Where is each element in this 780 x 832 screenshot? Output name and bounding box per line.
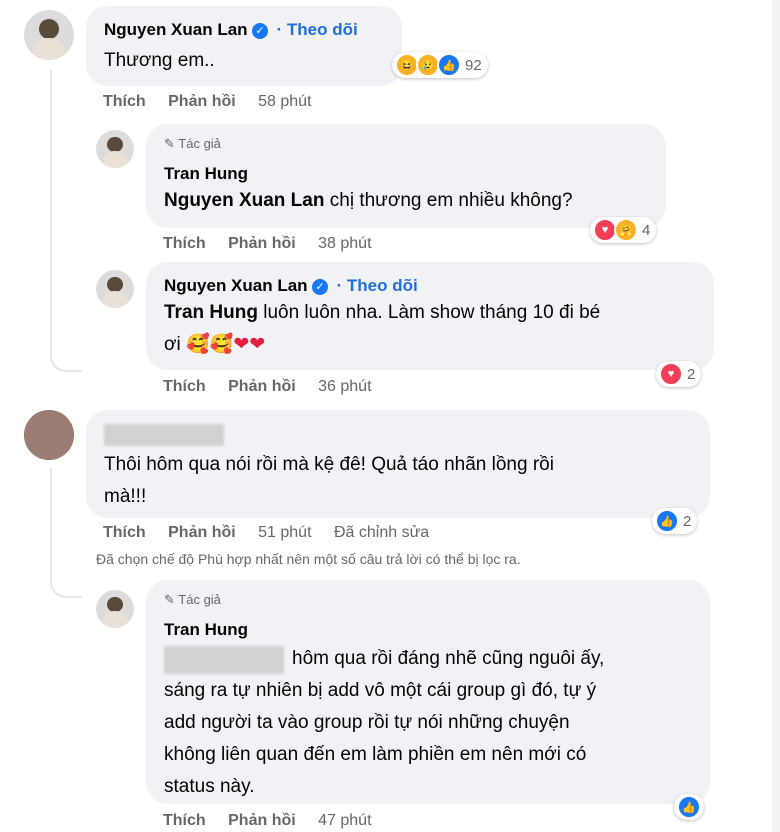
comment-text: Thôi hôm qua nói rồi mà kệ đê! Quả táo n… (104, 454, 554, 475)
commenter-name[interactable]: Nguyen Xuan Lan (104, 20, 248, 39)
reaction-summary[interactable]: ♥ 🤗 4 (590, 217, 657, 243)
smiling-hearts-icon: 🥰 (209, 334, 234, 355)
like-button[interactable]: Thích (163, 235, 206, 252)
author-badge: ✎ Tác giả (164, 136, 221, 151)
author-badge: ✎ Tác giả (164, 592, 221, 607)
comment-text-line: hôm qua rồi đáng nhẽ cũng nguôi ấy, (292, 648, 605, 669)
red-heart-icon: ❤ (249, 334, 266, 355)
reply-thread-line (50, 70, 82, 372)
comment-text-line: sáng ra tự nhiên bị add vô một cái group… (164, 680, 597, 701)
verified-badge-icon: ✓ (312, 279, 329, 295)
comment-text-line: không liên quan đến em làm phiền em nên … (164, 744, 587, 765)
reaction-summary[interactable]: 👍 (674, 794, 704, 820)
redacted-mention (164, 646, 284, 674)
avatar[interactable] (96, 270, 134, 308)
comment-time[interactable]: 58 phút (258, 93, 311, 110)
like-icon: 👍 (677, 795, 701, 819)
reply-button[interactable]: Phản hồi (168, 93, 236, 110)
love-icon: ♥ (659, 362, 683, 386)
comment-text: Thương em.. (104, 50, 215, 71)
like-button[interactable]: Thích (163, 812, 206, 829)
comment-text: Tran Hung luôn luôn nha. Làm show tháng … (164, 302, 601, 323)
reply-button[interactable]: Phản hồi (168, 524, 236, 541)
commenter-name[interactable]: Nguyen Xuan Lan (164, 276, 308, 295)
like-icon: 👍 (655, 509, 679, 533)
comment-text-line: mà!!! (104, 486, 147, 507)
reaction-summary[interactable]: 👍 2 (652, 508, 698, 534)
comment-actions: Thích Phản hồi 58 phút (103, 93, 330, 111)
comment-time[interactable]: 38 phút (318, 235, 371, 252)
edited-label: Đã chỉnh sửa (333, 524, 430, 541)
comment-actions: Thích Phản hồi 36 phút (163, 378, 390, 396)
reaction-summary[interactable]: ♥ 2 (656, 361, 702, 387)
reaction-count: 2 (683, 512, 692, 530)
comment-actions: Thích Phản hồi 47 phút (163, 812, 390, 830)
follow-link[interactable]: · Theo dõi (336, 276, 417, 295)
comment-text-line: status này. (164, 776, 255, 797)
like-button[interactable]: Thích (103, 93, 146, 110)
scrollbar[interactable] (772, 0, 780, 832)
comment-text-line: ơi 🥰🥰❤❤ (164, 334, 266, 355)
like-icon: 👍 (437, 53, 461, 77)
comment-time[interactable]: 47 phút (318, 812, 371, 829)
comment-bubble: ✎ Tác giả Tran Hung Nguyen Xuan Lan chị … (146, 124, 666, 228)
redacted-name (104, 424, 224, 446)
like-button[interactable]: Thích (103, 524, 146, 541)
comment-bubble: Nguyen Xuan Lan ✓ · Theo dõi Tran Hung l… (146, 262, 714, 370)
comment-bubble: Nguyen Xuan Lan ✓ · Theo dõi Thương em.. (86, 6, 402, 86)
avatar[interactable] (96, 590, 134, 628)
red-heart-icon: ❤ (233, 334, 250, 355)
like-button[interactable]: Thích (163, 378, 206, 395)
filter-notice: Đã chọn chế độ Phù hợp nhất nên một số c… (96, 551, 521, 567)
comment-actions: Thích Phản hồi 38 phút (163, 235, 390, 253)
mention-link[interactable]: Tran Hung (164, 302, 258, 323)
reaction-count: 4 (642, 221, 651, 239)
comment-bubble: ✎ Tác giả Tran Hung hôm qua rồi đáng nhẽ… (146, 580, 710, 804)
comment-bubble: Thôi hôm qua nói rồi mà kệ đê! Quả táo n… (86, 410, 710, 518)
reply-button[interactable]: Phản hồi (228, 378, 296, 395)
comment-actions: Thích Phản hồi 51 phút Đã chỉnh sửa (103, 524, 429, 542)
care-icon: 🤗 (614, 218, 638, 242)
comment-header: Nguyen Xuan Lan ✓ · Theo dõi (104, 20, 358, 40)
comment-time[interactable]: 36 phút (318, 378, 371, 395)
reply-button[interactable]: Phản hồi (228, 812, 296, 829)
mention-link[interactable]: Nguyen Xuan Lan (164, 190, 324, 211)
reaction-summary[interactable]: 😆 😢 👍 92 (392, 52, 488, 78)
commenter-name[interactable]: Tran Hung (164, 620, 248, 640)
smiling-hearts-icon: 🥰 (185, 334, 210, 355)
avatar[interactable] (96, 130, 134, 168)
comment-text-line: add người ta vào group rồi tự nói những … (164, 712, 570, 733)
verified-badge-icon: ✓ (252, 23, 269, 39)
reaction-count: 2 (687, 365, 696, 383)
follow-link[interactable]: · Theo dõi (276, 20, 357, 39)
reply-thread-line (50, 468, 82, 598)
commenter-name[interactable]: Tran Hung (164, 164, 248, 184)
avatar[interactable] (24, 10, 74, 60)
comment-text: Nguyen Xuan Lan chị thương em nhiều khôn… (164, 190, 573, 211)
comment-time[interactable]: 51 phút (258, 524, 311, 541)
reply-button[interactable]: Phản hồi (228, 235, 296, 252)
reaction-count: 92 (465, 56, 482, 74)
avatar[interactable] (24, 410, 74, 460)
comment-header: Nguyen Xuan Lan ✓ · Theo dõi (164, 276, 418, 296)
